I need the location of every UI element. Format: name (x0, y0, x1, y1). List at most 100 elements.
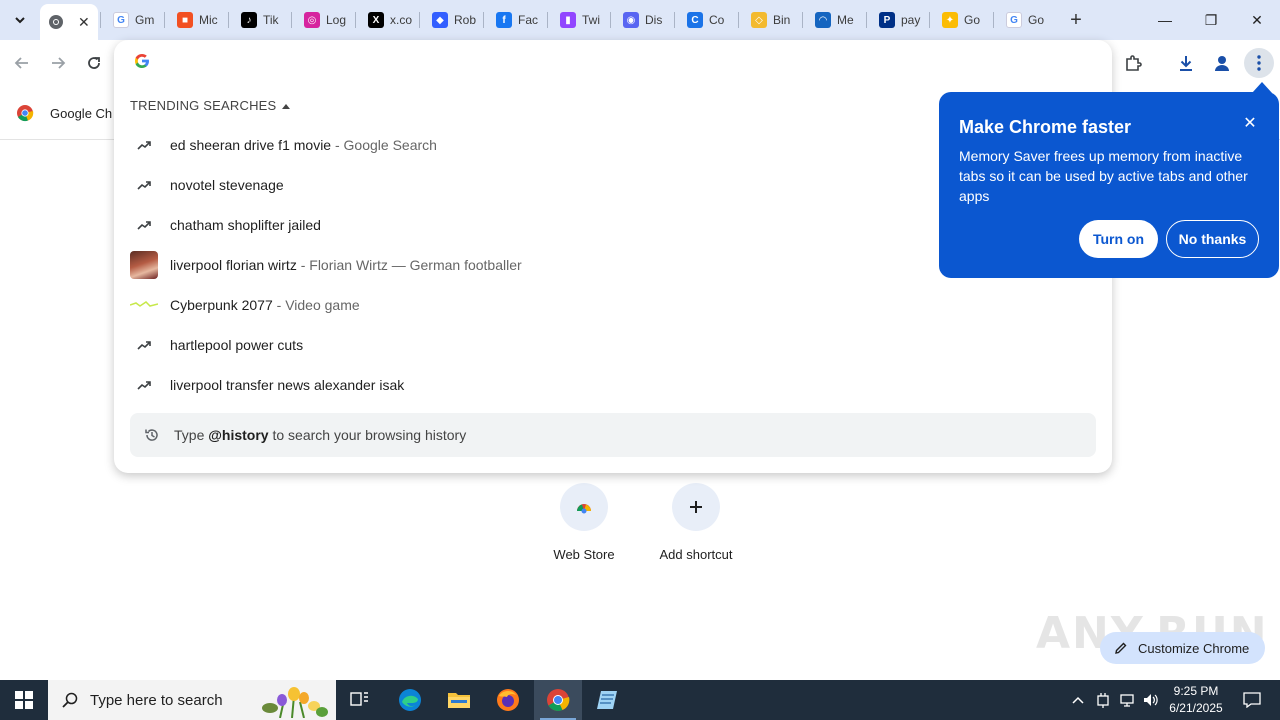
reload-button[interactable] (82, 51, 106, 75)
suggestion-row[interactable]: liverpool transfer news alexander isak (130, 365, 1096, 405)
tab-favicon-icon: G (113, 12, 129, 28)
tab-8[interactable]: ▮ Twi (548, 6, 606, 34)
flowers-decoration-icon (262, 687, 328, 718)
forward-arrow-icon (52, 57, 66, 69)
back-arrow-icon (14, 57, 28, 69)
tab-14[interactable]: ✦ Go (930, 6, 988, 34)
tab-10[interactable]: C Co (675, 6, 733, 34)
promo-body: Memory Saver frees up memory from inacti… (959, 148, 1248, 204)
tab-3[interactable]: ♪ Tik (229, 6, 287, 34)
chrome-menu-button[interactable] (1244, 48, 1274, 78)
search-icon (62, 692, 78, 708)
trend-icon (130, 131, 158, 159)
taskbar-notes-app[interactable] (583, 680, 631, 720)
taskbar-file-explorer[interactable] (435, 680, 483, 720)
tab-label: Twi (582, 13, 600, 27)
history-hint[interactable]: Type @history to search your browsing hi… (130, 413, 1096, 457)
notification-icon (1243, 692, 1261, 708)
tab-favicon-icon: ◆ (432, 12, 448, 28)
task-view-button[interactable] (336, 680, 384, 720)
taskbar-firefox[interactable] (484, 680, 532, 720)
tab-1[interactable]: G Gm (101, 6, 159, 34)
tab-7[interactable]: f Fac (484, 6, 542, 34)
clock-time: 9:25 PM (1173, 684, 1219, 698)
tab-11[interactable]: ◇ Bin (739, 6, 797, 34)
firefox-icon (497, 689, 519, 711)
tab-favicon-icon: ■ (177, 12, 193, 28)
tab-9[interactable]: ◉ Dis (611, 6, 669, 34)
notepad-icon (597, 691, 617, 709)
suggestion-text: liverpool transfer news alexander isak (170, 377, 405, 393)
shortcut-add[interactable]: Add shortcut (640, 483, 752, 562)
suggestion-text: ed sheeran drive f1 movie (170, 137, 332, 153)
tab-4[interactable]: ◎ Log (292, 6, 350, 34)
bookmark-label: Google Ch (50, 105, 113, 121)
tab-favicon-icon: ▮ (560, 12, 576, 28)
tab-favicon-icon: C (687, 12, 703, 28)
turn-on-button[interactable]: Turn on (1079, 220, 1158, 258)
tray-volume-button[interactable] (1140, 680, 1162, 720)
close-tab-icon[interactable]: ✕ (78, 14, 90, 31)
tab-label: x.co (390, 13, 413, 27)
taskbar-search[interactable]: Type here to search (48, 680, 336, 720)
taskbar-edge[interactable] (386, 680, 434, 720)
tab-strip: ✕ G Gm ■ Mic ♪ Tik ◎ Log Xx.co ◆ Rob f Fac ▮ Twi ◉ Dis C C… (0, 0, 1280, 40)
suggestion-subtext: - Video game (272, 297, 360, 313)
tray-device-button[interactable] (1092, 680, 1114, 720)
tab-favicon-icon: ◇ (751, 12, 767, 28)
restore-button[interactable]: ❐ (1188, 0, 1234, 40)
tab-favicon-icon: P (879, 12, 895, 28)
customize-chrome-button[interactable]: Customize Chrome (1100, 632, 1265, 664)
minimize-button[interactable]: — (1142, 0, 1188, 40)
tab-active-new-tab[interactable]: ✕ (40, 4, 98, 40)
taskbar-chrome[interactable] (534, 680, 582, 720)
tab-favicon-icon: f (496, 12, 512, 28)
tab-label: Gm (135, 13, 155, 27)
downloads-button[interactable] (1172, 49, 1200, 77)
bookmark-google-chrome[interactable]: Google Ch (16, 104, 112, 122)
tab-label: Mic (199, 13, 218, 27)
google-g-icon (134, 53, 150, 74)
shortcut-web-store[interactable]: Web Store (528, 483, 640, 562)
profile-button[interactable] (1208, 49, 1236, 77)
forward-button[interactable] (46, 51, 70, 75)
network-icon (1120, 694, 1134, 707)
tray-network-button[interactable] (1116, 680, 1138, 720)
tab-5[interactable]: Xx.co (356, 6, 414, 34)
tab-13[interactable]: Ppay (867, 6, 925, 34)
start-button[interactable] (0, 680, 48, 720)
taskbar-clock[interactable]: 9:25 PM 6/21/2025 (1160, 683, 1232, 717)
tab-15[interactable]: G Go (994, 6, 1052, 34)
close-icon[interactable]: ✕ (1239, 112, 1261, 134)
tab-favicon-icon: G (1006, 12, 1022, 28)
tab-label: Go (964, 13, 981, 27)
new-tab-button[interactable]: + (1064, 8, 1088, 32)
suggestion-row[interactable]: hartlepool power cuts (130, 325, 1096, 365)
download-icon (1180, 56, 1192, 71)
back-button[interactable] (10, 51, 34, 75)
suggestion-text: Cyberpunk 2077 (170, 297, 273, 313)
suggestion-row[interactable]: Cyberpunk 2077 - Video game (130, 285, 1096, 325)
plus-icon (672, 483, 720, 531)
tray-overflow-button[interactable] (1068, 680, 1088, 720)
tab-2[interactable]: ■ Mic (165, 6, 223, 34)
close-window-button[interactable]: ✕ (1234, 0, 1280, 40)
trending-heading[interactable]: TRENDING SEARCHES (130, 98, 291, 113)
tab-12[interactable]: ◠ Me (803, 6, 861, 34)
tab-label: pay (901, 13, 921, 27)
task-view-icon (350, 692, 368, 706)
tab-favicon-icon: ✦ (942, 12, 958, 28)
shortcut-label: Add shortcut (659, 547, 733, 562)
extensions-button[interactable] (1119, 49, 1147, 77)
tab-6[interactable]: ◆ Rob (420, 6, 478, 34)
trend-icon (130, 211, 158, 239)
reload-icon (88, 57, 100, 69)
tab-search-button[interactable] (8, 8, 32, 32)
notifications-button[interactable] (1232, 680, 1272, 720)
chrome-icon (547, 689, 570, 711)
tab-label: Co (709, 13, 725, 27)
memory-saver-promo: Make Chrome faster Memory Saver frees up… (939, 92, 1279, 278)
no-thanks-button[interactable]: No thanks (1166, 220, 1259, 258)
omnibox-input[interactable] (134, 53, 1074, 74)
trending-heading-label: TRENDING SEARCHES (130, 98, 277, 113)
